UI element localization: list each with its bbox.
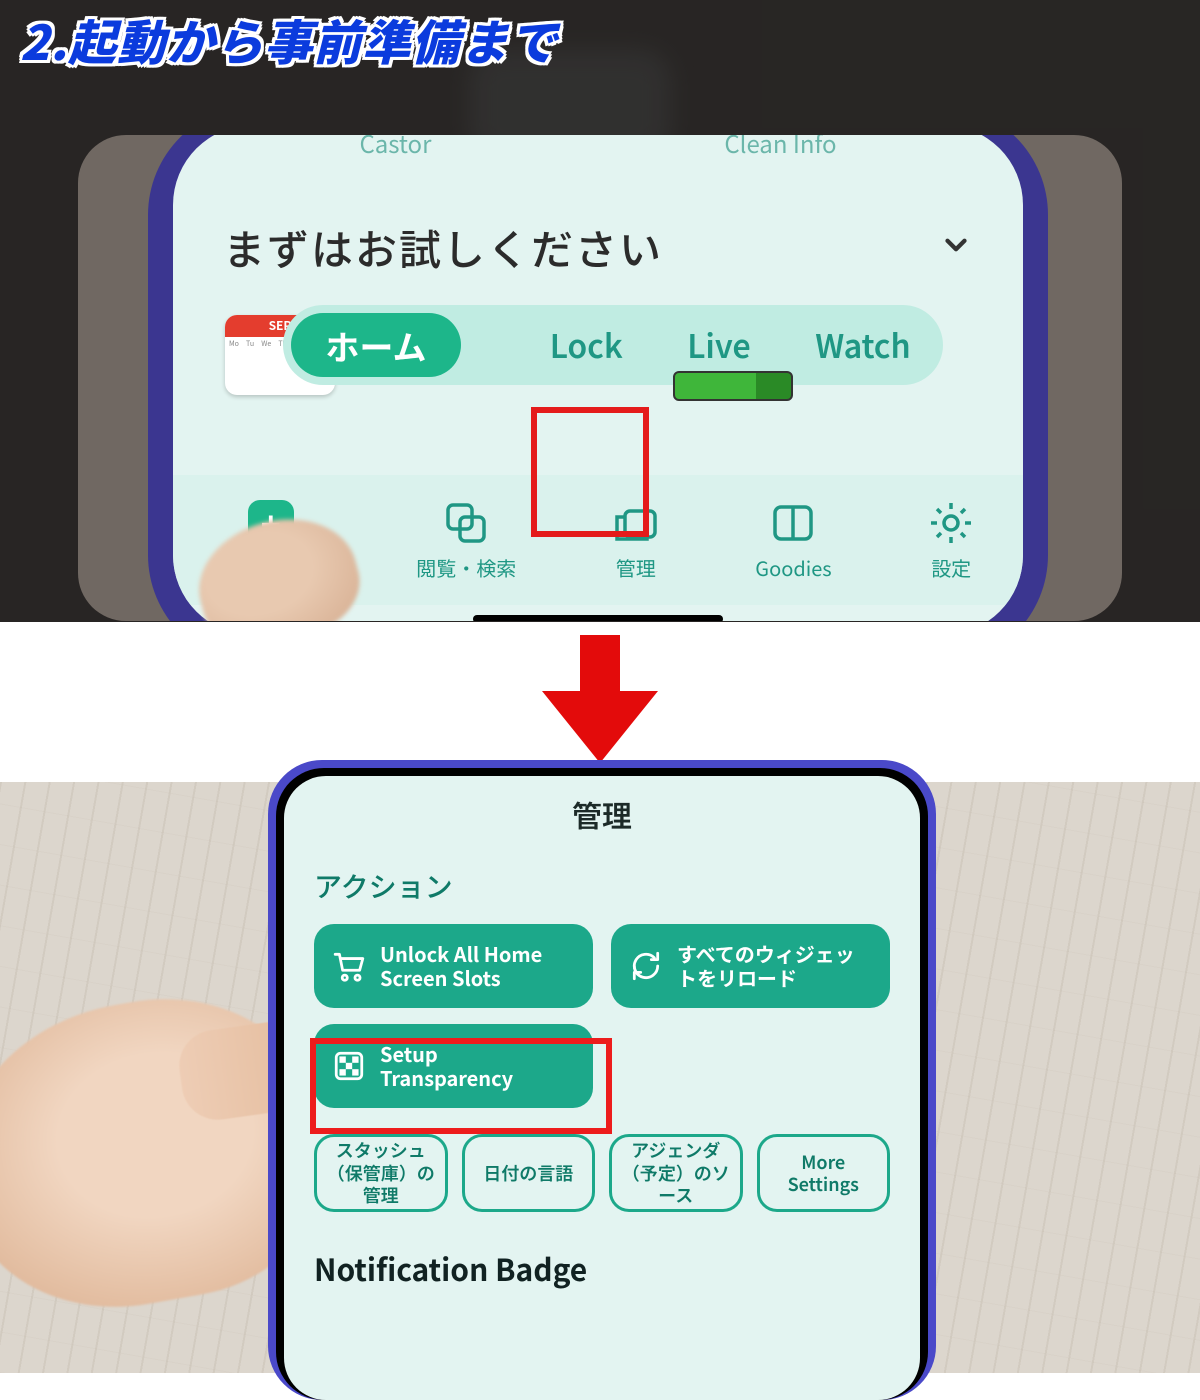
highlight-box-manage-tab [531,407,649,537]
home-indicator [473,615,723,621]
peek-label-right: Clean Info [724,135,836,160]
transition-arrow-zone [0,622,1200,782]
tab-settings-label: 設定 [931,553,971,582]
phone-frame-bottom: 管理 アクション Unlock All Home Screen Slots すべ… [268,760,936,1400]
segment-lock[interactable]: Lock [550,322,623,368]
highlight-box-transparency [310,1038,612,1134]
chip-agenda[interactable]: アジェンダ（予定）のソース [609,1134,743,1212]
tab-goodies-label: Goodies [755,553,831,582]
peek-label-left: Castor [359,135,431,160]
browse-icon [442,499,490,547]
tutorial-bottom-panel: 管理 アクション Unlock All Home Screen Slots すべ… [0,782,1200,1373]
reload-icon [629,949,663,983]
segment-live[interactable]: Live [687,322,751,368]
segment-home-active[interactable]: ホーム [291,313,461,377]
actions-section-label: アクション [314,866,920,906]
surface-segmented-control[interactable]: ホーム Lock Live Watch [283,305,943,385]
unlock-slots-button[interactable]: Unlock All Home Screen Slots [314,924,593,1008]
gear-icon [927,499,975,547]
reload-widgets-button[interactable]: すべてのウィジェットをリロード [611,924,890,1008]
chip-more[interactable]: More Settings [757,1134,891,1212]
chip-date-lang[interactable]: 日付の言語 [462,1134,596,1212]
partial-top-row: Castor Clean Info [213,135,983,163]
top-screenshot-card: Castor Clean Info まずはお試しください SEP MoTuWeT… [78,135,1122,621]
try-section-title: まずはお試しください [223,217,663,278]
tutorial-top-panel: Castor Clean Info まずはお試しください SEP MoTuWeT… [0,0,1200,622]
segment-watch[interactable]: Watch [815,322,910,368]
unlock-slots-label: Unlock All Home Screen Slots [380,942,575,990]
tab-browse[interactable]: 閲覧・検索 [416,499,516,582]
try-section-header[interactable]: まずはお試しください [223,217,973,278]
cart-icon [332,949,366,983]
battery-widget-peek [673,371,793,401]
chip-stash[interactable]: スタッシュ（保管庫）の管理 [314,1134,448,1212]
tab-settings[interactable]: 設定 [927,499,975,582]
notification-badge-section: Notification Badge [314,1246,920,1290]
reload-widgets-label: すべてのウィジェットをリロード [677,942,872,990]
chevron-down-icon [939,223,973,272]
tutorial-step-title: 2.起動から事前準備まで [20,4,558,74]
manage-screen: 管理 アクション Unlock All Home Screen Slots すべ… [284,776,920,1400]
goodies-icon [769,499,817,547]
tab-browse-label: 閲覧・検索 [416,553,516,582]
down-arrow-icon [540,635,660,770]
manage-screen-title: 管理 [284,792,920,836]
tab-manage-label: 管理 [616,553,656,582]
tab-goodies[interactable]: Goodies [755,499,831,582]
